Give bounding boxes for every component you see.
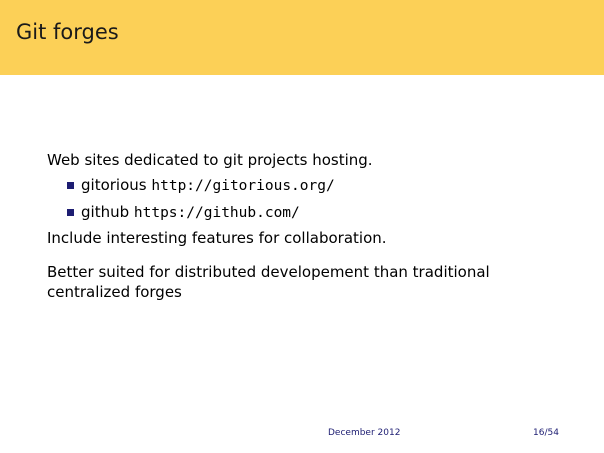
forge-name: github <box>81 202 130 221</box>
bullet-icon <box>67 208 74 216</box>
intro-text: Web sites dedicated to git projects host… <box>47 151 373 169</box>
bullet-icon <box>67 182 74 190</box>
forge-name: gitorious <box>81 176 147 195</box>
page-number: 16/54 <box>533 428 559 438</box>
slide-title: Git forges <box>16 20 119 44</box>
forge-url-link[interactable]: https://github.com/ <box>134 205 300 221</box>
list-item: github https://github.com/ <box>67 202 567 224</box>
features-text: Include interesting features for collabo… <box>47 229 387 248</box>
conclusion-text: Better suited for distributed developeme… <box>47 262 490 301</box>
forge-url-link[interactable]: http://gitorious.org/ <box>151 178 334 194</box>
list-item: gitorious http://gitorious.org/ <box>67 175 567 197</box>
forge-list: gitorious http://gitorious.org/ github h… <box>47 175 567 223</box>
slide-content: Web sites dedicated to git projects host… <box>47 150 567 302</box>
title-bar: Git forges <box>0 0 604 75</box>
footer-date: December 2012 <box>328 428 401 438</box>
